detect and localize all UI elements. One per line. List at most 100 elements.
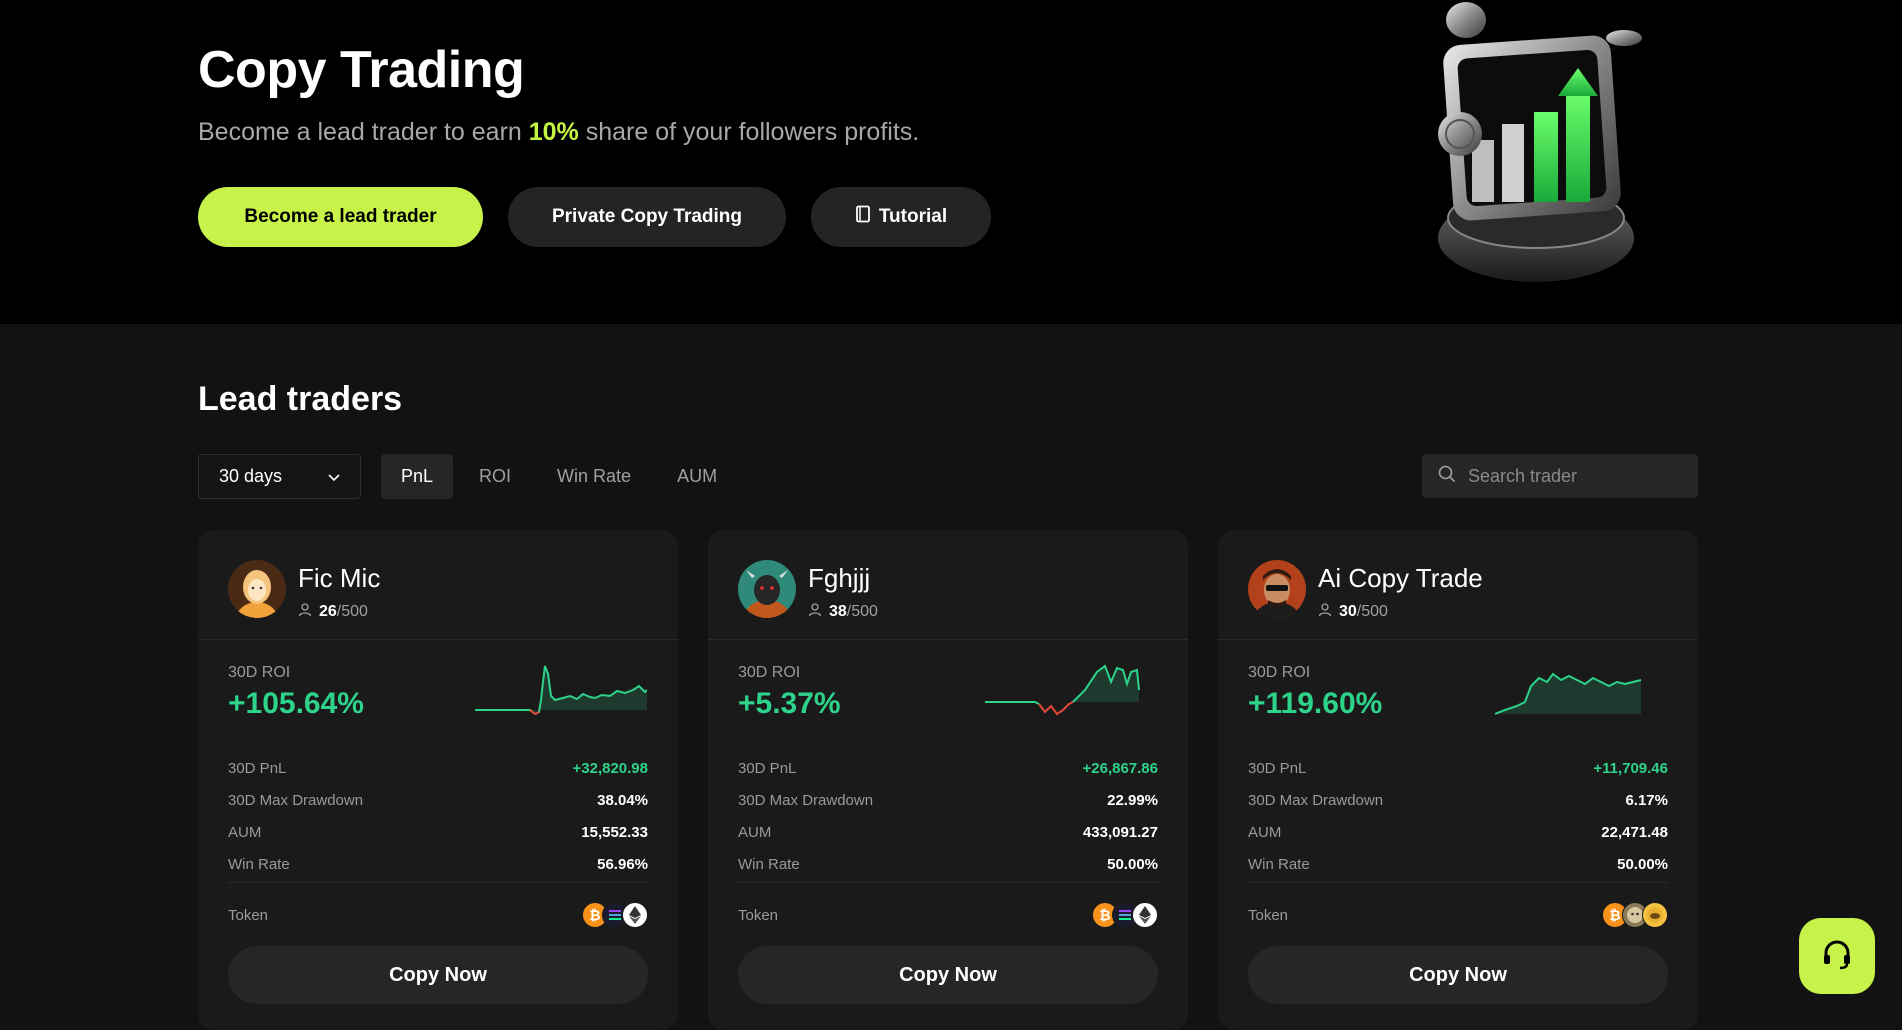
trader-card[interactable]: Ai Copy Trade 30/500 30D ROI +119.60% 30… <box>1218 530 1698 1030</box>
private-copy-trading-button[interactable]: Private Copy Trading <box>508 187 786 247</box>
token-icons: ₿ <box>582 902 648 928</box>
trader-card-header: Ai Copy Trade 30/500 <box>1218 530 1698 640</box>
chevron-down-icon <box>328 466 340 487</box>
tab-pnl[interactable]: PnL <box>381 454 454 499</box>
trader-stats: 30D PnL +26,867.86 30D Max Drawdown 22.99%… <box>738 752 1158 880</box>
trader-card-header: Fghjjj 38/500 <box>708 530 1188 640</box>
token-label: Token <box>228 906 269 924</box>
stat-drawdown: 30D Max Drawdown 38.04% <box>228 784 648 816</box>
search-box <box>1422 454 1698 498</box>
trader-name[interactable]: Ai Copy Trade <box>1318 563 1483 594</box>
tutorial-label: Tutorial <box>878 206 948 227</box>
token-row: Token ₿ <box>738 900 1158 930</box>
tab-roi[interactable]: ROI <box>459 454 531 499</box>
hero-banner: Copy Trading Become a lead trader to ear… <box>0 0 1902 324</box>
trading-chart-illustration <box>1388 0 1660 290</box>
share-percentage: 10% <box>528 118 579 146</box>
trader-stats: 30D PnL +32,820.98 30D Max Drawdown 38.04%… <box>228 752 648 880</box>
tab-win-rate[interactable]: Win Rate <box>537 454 651 499</box>
stat-label: 30D PnL <box>228 759 287 777</box>
become-lead-trader-button[interactable]: Become a lead trader <box>198 187 483 247</box>
stat-value: 22.99% <box>1107 791 1158 809</box>
follower-current: 38 <box>829 603 847 620</box>
trader-cards: Fic Mic 26/500 30D ROI +105.64% 30D PnL +… <box>198 530 1698 1030</box>
stat-label: Win Rate <box>228 855 290 873</box>
stat-label: Win Rate <box>738 855 800 873</box>
stat-label: 30D PnL <box>738 759 797 777</box>
stat-win-rate: Win Rate 50.00% <box>1248 848 1668 880</box>
period-select[interactable]: 30 days <box>198 454 361 499</box>
stat-aum: AUM 433,091.27 <box>738 816 1158 848</box>
support-chat-button[interactable] <box>1799 918 1875 994</box>
stat-label: 30D Max Drawdown <box>1248 791 1384 809</box>
subtitle-text: Become a lead trader to earn <box>198 118 529 146</box>
book-icon <box>855 205 871 229</box>
trader-card[interactable]: Fic Mic 26/500 30D ROI +105.64% 30D PnL +… <box>198 530 678 1030</box>
roi-sparkline <box>475 660 648 720</box>
hero-subtitle: Become a lead trader to earn 10% share o… <box>198 118 919 147</box>
stat-value: +26,867.86 <box>1082 759 1159 777</box>
token-icons: ₿ <box>1602 902 1668 928</box>
stat-value: 15,552.33 <box>581 823 648 841</box>
roi-label: 30D ROI <box>738 664 801 681</box>
user-icon <box>298 602 313 622</box>
divider <box>228 882 648 883</box>
stat-value: 50.00% <box>1107 855 1158 873</box>
pepe-icon <box>1642 902 1668 928</box>
avatar <box>738 560 796 618</box>
roi-value: +119.60% <box>1248 687 1383 720</box>
stat-label: AUM <box>1248 823 1282 841</box>
follower-current: 26 <box>319 603 337 620</box>
hero-actions: Become a lead trader Private Copy Tradin… <box>198 187 991 247</box>
stat-pnl: 30D PnL +26,867.86 <box>738 752 1158 784</box>
user-icon <box>808 602 823 622</box>
headset-icon <box>1820 937 1854 976</box>
stat-aum: AUM 15,552.33 <box>228 816 648 848</box>
copy-now-button[interactable]: Copy Now <box>738 946 1158 1004</box>
stat-label: AUM <box>738 823 772 841</box>
token-row: Token ₿ <box>228 900 648 930</box>
tab-aum[interactable]: AUM <box>657 454 737 499</box>
eth-icon <box>622 902 648 928</box>
follower-max: /500 <box>1356 603 1388 620</box>
follower-max: /500 <box>336 603 368 620</box>
roi-sparkline <box>985 660 1157 720</box>
stat-drawdown: 30D Max Drawdown 6.17% <box>1248 784 1668 816</box>
stat-pnl: 30D PnL +32,820.98 <box>228 752 648 784</box>
trader-card-header: Fic Mic 26/500 <box>198 530 678 640</box>
trader-name[interactable]: Fghjjj <box>808 563 870 594</box>
stat-value: +11,709.46 <box>1593 759 1668 777</box>
copy-now-button[interactable]: Copy Now <box>1248 946 1668 1004</box>
subtitle-text-end: share of your followers profits. <box>578 118 920 146</box>
stat-value: +32,820.98 <box>572 759 649 777</box>
lead-traders-heading: Lead traders <box>198 380 403 418</box>
divider <box>738 882 1158 883</box>
eth-icon <box>1132 902 1158 928</box>
tutorial-button[interactable]: Tutorial <box>811 187 991 247</box>
roi-value: +105.64% <box>228 687 364 720</box>
follower-count: 38/500 <box>808 602 878 622</box>
trader-name[interactable]: Fic Mic <box>298 563 380 594</box>
stat-value: 50.00% <box>1617 855 1668 873</box>
stat-label: 30D Max Drawdown <box>228 791 364 809</box>
follower-max: /500 <box>846 603 878 620</box>
stat-drawdown: 30D Max Drawdown 22.99% <box>738 784 1158 816</box>
trader-card[interactable]: Fghjjj 38/500 30D ROI +5.37% 30D PnL +26,… <box>708 530 1188 1030</box>
filter-bar: 30 days PnL ROI Win Rate AUM <box>198 454 1698 499</box>
search-input[interactable] <box>1468 465 1668 487</box>
token-row: Token ₿ <box>1248 900 1668 930</box>
stat-aum: AUM 22,471.48 <box>1248 816 1668 848</box>
divider <box>1248 882 1668 883</box>
stat-value: 433,091.27 <box>1082 823 1158 841</box>
stat-win-rate: Win Rate 56.96% <box>228 848 648 880</box>
avatar <box>228 560 286 618</box>
search-icon <box>1438 465 1456 488</box>
stat-label: AUM <box>228 823 262 841</box>
follower-count: 30/500 <box>1318 602 1388 622</box>
roi-sparkline <box>1494 660 1667 720</box>
follower-current: 30 <box>1339 603 1357 620</box>
copy-now-button[interactable]: Copy Now <box>228 946 648 1004</box>
roi-label: 30D ROI <box>228 664 291 681</box>
sort-tabs: PnL ROI Win Rate AUM <box>381 454 737 499</box>
avatar <box>1248 560 1306 618</box>
